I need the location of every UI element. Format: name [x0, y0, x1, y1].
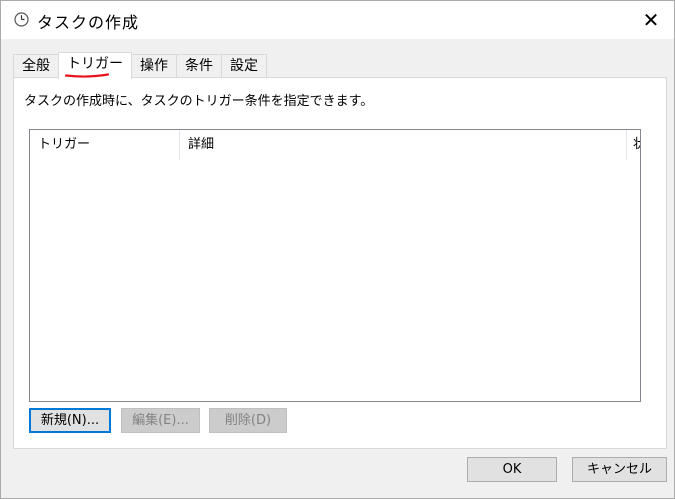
new-trigger-button[interactable]: 新規(N)...: [29, 408, 111, 433]
tab-settings[interactable]: 設定: [221, 54, 267, 78]
close-button[interactable]: ✕: [628, 1, 674, 39]
column-header-status[interactable]: 状: [627, 130, 640, 160]
ok-button[interactable]: OK: [467, 457, 557, 482]
tab-triggers[interactable]: トリガー: [58, 52, 132, 79]
tab-general[interactable]: 全般: [13, 54, 59, 78]
tab-actions[interactable]: 操作: [131, 54, 177, 78]
triggers-description: タスクの作成時に、タスクのトリガー条件を指定できます。: [24, 94, 374, 109]
title-bar: タスクの作成 ✕: [1, 1, 674, 39]
triggers-list[interactable]: トリガー 詳細 状: [29, 129, 641, 402]
tab-strip: 全般 トリガー 操作 条件 設定: [13, 52, 267, 79]
edit-trigger-button[interactable]: 編集(E)...: [121, 408, 200, 433]
tab-conditions[interactable]: 条件: [176, 54, 222, 78]
column-header-trigger[interactable]: トリガー: [30, 130, 179, 160]
list-header: トリガー 詳細 状: [30, 130, 640, 160]
create-task-dialog: タスクの作成 ✕ 全般 トリガー 操作 条件 設定 タスクの作成時に、タスクのト…: [0, 0, 675, 499]
tab-triggers-label: トリガー: [67, 56, 123, 72]
cancel-button[interactable]: キャンセル: [572, 457, 667, 482]
close-icon: ✕: [642, 8, 660, 32]
clock-icon: [14, 12, 29, 27]
red-underline-annotation: [65, 73, 109, 78]
column-header-details[interactable]: 詳細: [180, 130, 626, 160]
delete-trigger-button[interactable]: 削除(D): [209, 408, 287, 433]
triggers-panel: タスクの作成時に、タスクのトリガー条件を指定できます。 トリガー 詳細 状 新規…: [13, 77, 667, 449]
window-title: タスクの作成: [37, 13, 140, 32]
